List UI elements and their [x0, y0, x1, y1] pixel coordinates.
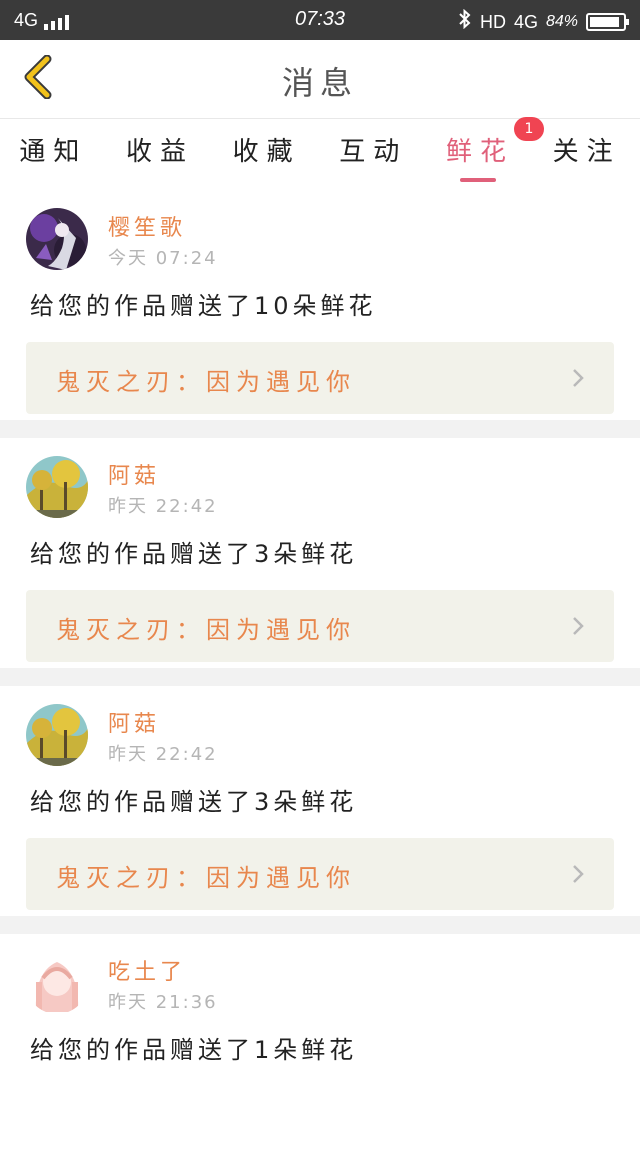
tab-label: 收益 [125, 136, 194, 167]
network-right-label: 4G [513, 11, 538, 32]
timestamp: 昨天 22:42 [108, 496, 218, 517]
tab-label: 互动 [339, 136, 408, 167]
divider [0, 420, 640, 438]
username[interactable]: 阿菇 [108, 458, 160, 490]
chevron-right-icon [564, 364, 592, 392]
divider [0, 668, 640, 686]
tab-label: 通知 [19, 136, 88, 167]
tab-label: 收藏 [232, 136, 301, 167]
timestamp: 今天 07:24 [108, 248, 218, 269]
message-card: 吃土了 昨天 21:36 给您的作品赠送了1朵鲜花 [0, 934, 640, 1164]
username[interactable]: 樱笙歌 [108, 210, 186, 242]
page-title: 消息 [281, 64, 358, 102]
tab-flowers[interactable]: 鲜花 1 [442, 116, 544, 182]
message-text: 给您的作品赠送了1朵鲜花 [30, 1036, 358, 1064]
tab-label: 关注 [552, 136, 621, 167]
work-link[interactable]: 鬼灭之刃：因为遇见你 [26, 342, 614, 414]
message-card: 阿菇 昨天 22:42 给您的作品赠送了3朵鲜花 鬼灭之刃：因为遇见你 [0, 438, 640, 668]
message-card: 阿菇 昨天 22:42 给您的作品赠送了3朵鲜花 鬼灭之刃：因为遇见你 [0, 686, 640, 916]
status-bar: 4G 07:33 HD 4G 84% [0, 0, 640, 40]
status-right: HD 4G 84% [458, 8, 629, 35]
work-title: 鬼灭之刃：因为遇见你 [56, 864, 356, 892]
timestamp: 昨天 22:42 [108, 744, 218, 765]
chevron-right-icon [564, 612, 592, 640]
message-text: 给您的作品赠送了10朵鲜花 [30, 292, 377, 320]
battery-icon [586, 13, 629, 31]
avatar[interactable] [26, 952, 88, 1014]
bluetooth-icon [458, 8, 472, 35]
work-link[interactable]: 鬼灭之刃：因为遇见你 [26, 838, 614, 910]
message-card: 樱笙歌 今天 07:24 给您的作品赠送了10朵鲜花 鬼灭之刃：因为遇见你 [0, 190, 640, 420]
tab-label: 鲜花 [445, 136, 514, 167]
unread-badge: 1 [513, 116, 544, 141]
message-text: 给您的作品赠送了3朵鲜花 [30, 540, 358, 568]
avatar[interactable] [26, 704, 88, 766]
header: 消息 [0, 40, 640, 119]
message-list: 樱笙歌 今天 07:24 给您的作品赠送了10朵鲜花 鬼灭之刃：因为遇见你 阿菇… [0, 190, 640, 1164]
tab-favorites[interactable]: 收藏 [229, 131, 305, 168]
hd-label: HD [479, 11, 506, 32]
battery-percent: 84% [545, 13, 578, 30]
message-text: 给您的作品赠送了3朵鲜花 [30, 788, 358, 816]
work-link[interactable]: 鬼灭之刃：因为遇见你 [26, 590, 614, 662]
tab-bar: 通知 收益 收藏 互动 鲜花 1 关注 [0, 116, 640, 182]
work-title: 鬼灭之刃：因为遇见你 [56, 616, 356, 644]
chevron-right-icon [564, 860, 592, 888]
tab-following[interactable]: 关注 [549, 131, 625, 168]
avatar[interactable] [26, 456, 88, 518]
tab-interactions[interactable]: 互动 [335, 131, 411, 168]
username[interactable]: 阿菇 [108, 706, 160, 738]
timestamp: 昨天 21:36 [108, 992, 218, 1013]
tab-earnings[interactable]: 收益 [122, 131, 198, 168]
avatar[interactable] [26, 208, 88, 270]
username[interactable]: 吃土了 [108, 954, 186, 986]
divider [0, 916, 640, 934]
work-title: 鬼灭之刃：因为遇见你 [56, 368, 356, 396]
tab-notifications[interactable]: 通知 [15, 131, 91, 168]
